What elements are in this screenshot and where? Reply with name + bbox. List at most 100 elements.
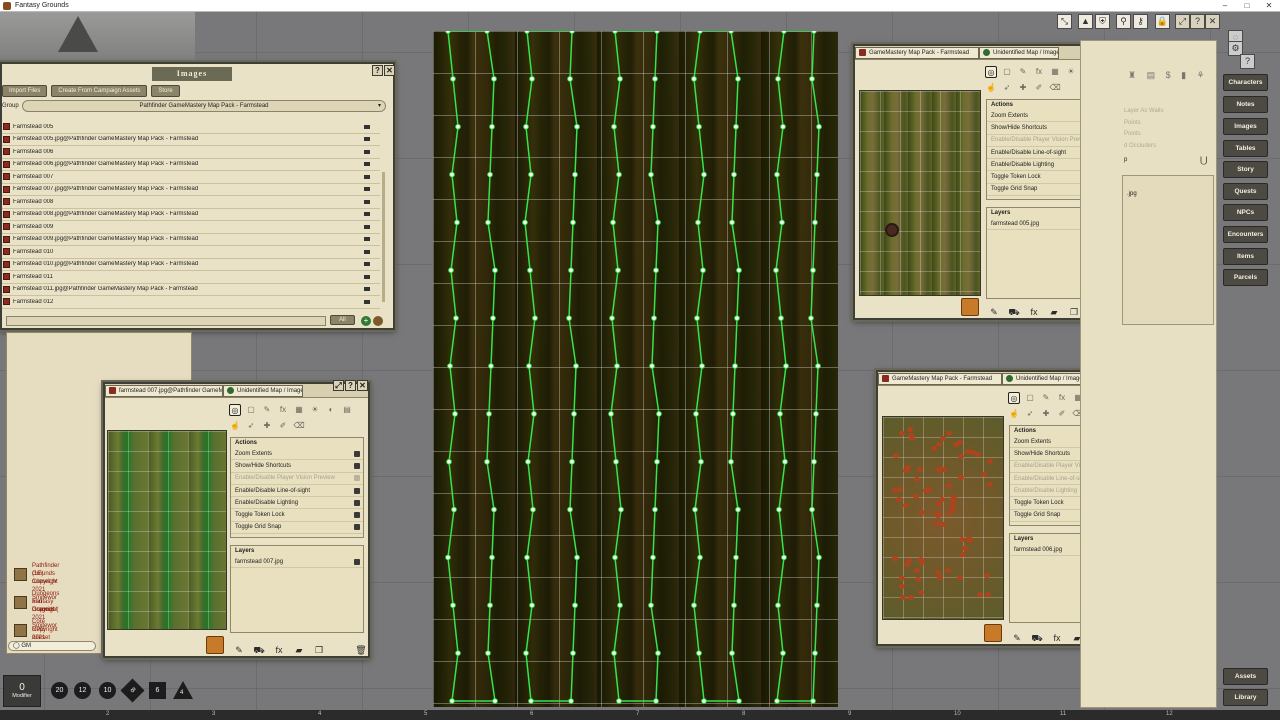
wall-vertex-handle[interactable]: [572, 171, 578, 178]
wall-vertex-handle[interactable]: [453, 315, 459, 321]
expand-window-icon[interactable]: ⤢: [1175, 14, 1190, 29]
help-button[interactable]: ?: [372, 65, 383, 76]
drag-handle-icon[interactable]: [364, 274, 370, 279]
wall-vertex-handle[interactable]: [736, 267, 742, 274]
wall-vertex-handle[interactable]: [814, 171, 820, 178]
filter-all-button[interactable]: All: [330, 315, 355, 325]
wall-vertex-handle[interactable]: [529, 602, 535, 609]
wall-vertex-handle[interactable]: [809, 506, 815, 513]
expand-button[interactable]: ⤢: [333, 380, 344, 391]
copy-icon[interactable]: ❐: [1068, 306, 1080, 318]
wall-vertex-handle[interactable]: [774, 698, 780, 704]
sidebar-button-parcels[interactable]: Parcels: [1223, 269, 1268, 286]
list-item[interactable]: Farmstead 009.jpg@Pathfinder GameMastery…: [2, 234, 380, 246]
light-icon[interactable]: ☀: [1065, 66, 1077, 78]
action-item[interactable]: Enable/Disable Lighting: [231, 497, 363, 510]
sidebar-button-quests[interactable]: Quests: [1223, 183, 1268, 200]
wall-vertex-handle[interactable]: [775, 602, 781, 609]
wall-vertex-handle[interactable]: [811, 31, 817, 34]
wall-vertex-handle[interactable]: [609, 315, 615, 321]
add-image-icon[interactable]: +: [361, 316, 371, 326]
wall-vertex-handle[interactable]: [523, 650, 529, 656]
wall-vertex-handle[interactable]: [775, 76, 781, 82]
wall-vertex-handle[interactable]: [487, 602, 493, 609]
formula-icon[interactable]: fx: [277, 404, 289, 416]
wall-vertex-handle[interactable]: [696, 650, 702, 656]
wall-vertex-handle[interactable]: [701, 698, 707, 704]
wall-vertex-handle[interactable]: [447, 363, 453, 369]
magnet-icon[interactable]: ⋃: [1200, 155, 1207, 166]
shortcut-icon[interactable]: [206, 636, 224, 654]
folder-icon[interactable]: ▰: [293, 644, 305, 656]
pen-icon[interactable]: ✐: [277, 420, 289, 432]
wall-vertex-handle[interactable]: [781, 31, 787, 34]
drag-handle-icon[interactable]: [364, 299, 370, 304]
wall-vertex-handle[interactable]: [449, 698, 455, 704]
list-item[interactable]: Farmstead 006: [2, 146, 380, 159]
wall-vertex-handle[interactable]: [613, 458, 619, 465]
wall-polygon[interactable]: [524, 31, 578, 702]
close-top-icon[interactable]: ✕: [1205, 14, 1220, 29]
wall-vertex-handle[interactable]: [449, 171, 455, 178]
wall-vertex-handle[interactable]: [696, 123, 702, 130]
wall-vertex-handle[interactable]: [525, 458, 531, 465]
wall-vertex-handle[interactable]: [487, 171, 493, 178]
drag-handle-icon[interactable]: [364, 162, 370, 167]
map-preview[interactable]: [882, 416, 1004, 620]
pointer-tool-icon[interactable]: ▲: [1078, 14, 1093, 29]
sidebar-button-notes[interactable]: Notes: [1223, 96, 1268, 113]
wall-vertex-handle[interactable]: [445, 31, 451, 34]
wall-vertex-handle[interactable]: [781, 554, 787, 561]
wall-vertex-handle[interactable]: [608, 411, 614, 417]
wall-vertex-handle[interactable]: [734, 315, 740, 321]
wall-vertex-handle[interactable]: [648, 602, 654, 609]
d10-icon[interactable]: 10: [99, 682, 116, 699]
wall-vertex-handle[interactable]: [532, 315, 538, 321]
list-item[interactable]: Farmstead 006.jpg@Pathfinder GameMastery…: [2, 159, 380, 171]
eraser-icon[interactable]: ⌫: [1049, 82, 1061, 94]
wall-vertex-handle[interactable]: [652, 76, 658, 82]
wall-vertex-handle[interactable]: [695, 219, 701, 226]
wall-vertex-handle[interactable]: [810, 698, 816, 704]
fullscreen-icon[interactable]: ⤡: [1057, 14, 1072, 29]
wall-vertex-handle[interactable]: [455, 123, 461, 130]
wall-vertex-handle[interactable]: [778, 315, 784, 321]
wall-vertex-handle[interactable]: [736, 698, 742, 704]
drag-handle-icon[interactable]: [364, 287, 370, 292]
lock-icon[interactable]: [354, 558, 360, 565]
arrow-icon[interactable]: ➶: [1024, 408, 1036, 420]
sidebar-button-characters[interactable]: Characters: [1223, 74, 1268, 91]
wall-vertex-handle[interactable]: [530, 506, 536, 513]
target-icon[interactable]: ◎: [229, 404, 241, 416]
wall-vertex-handle[interactable]: [491, 76, 497, 82]
line-of-sight-walls[interactable]: [433, 31, 838, 707]
wall-vertex-handle[interactable]: [774, 171, 780, 178]
copy-icon[interactable]: ❐: [313, 644, 325, 656]
map-preview[interactable]: [107, 430, 227, 630]
wall-vertex-handle[interactable]: [492, 698, 498, 704]
crosshair-icon[interactable]: ✚: [1017, 82, 1029, 94]
pointer-icon[interactable]: ☝: [229, 420, 241, 432]
pen-icon[interactable]: ✐: [1033, 82, 1045, 94]
wall-vertex-handle[interactable]: [489, 554, 495, 561]
list-item[interactable]: Farmstead 012: [2, 296, 380, 309]
wall-vertex-handle[interactable]: [780, 123, 786, 130]
wall-vertex-handle[interactable]: [700, 267, 706, 274]
drag-handle-icon[interactable]: [364, 199, 370, 204]
wall-vertex-handle[interactable]: [485, 219, 491, 226]
wall-vertex-handle[interactable]: [450, 76, 456, 82]
wall-vertex-handle[interactable]: [729, 219, 735, 226]
wall-vertex-handle[interactable]: [808, 315, 814, 321]
help-top-icon[interactable]: ?: [1190, 14, 1205, 29]
wall-vertex-handle[interactable]: [813, 411, 819, 417]
wall-vertex-handle[interactable]: [776, 506, 782, 513]
wall-vertex-handle[interactable]: [649, 363, 655, 369]
wall-vertex-handle[interactable]: [691, 76, 697, 82]
close-button[interactable]: ✕: [357, 380, 368, 391]
wall-vertex-handle[interactable]: [691, 602, 697, 609]
wall-vertex-handle[interactable]: [612, 554, 618, 561]
wall-vertex-handle[interactable]: [527, 267, 533, 274]
mask-icon[interactable]: ◐: [325, 404, 337, 416]
wall-vertex-handle[interactable]: [572, 602, 578, 609]
d6-icon[interactable]: 6: [149, 682, 166, 699]
